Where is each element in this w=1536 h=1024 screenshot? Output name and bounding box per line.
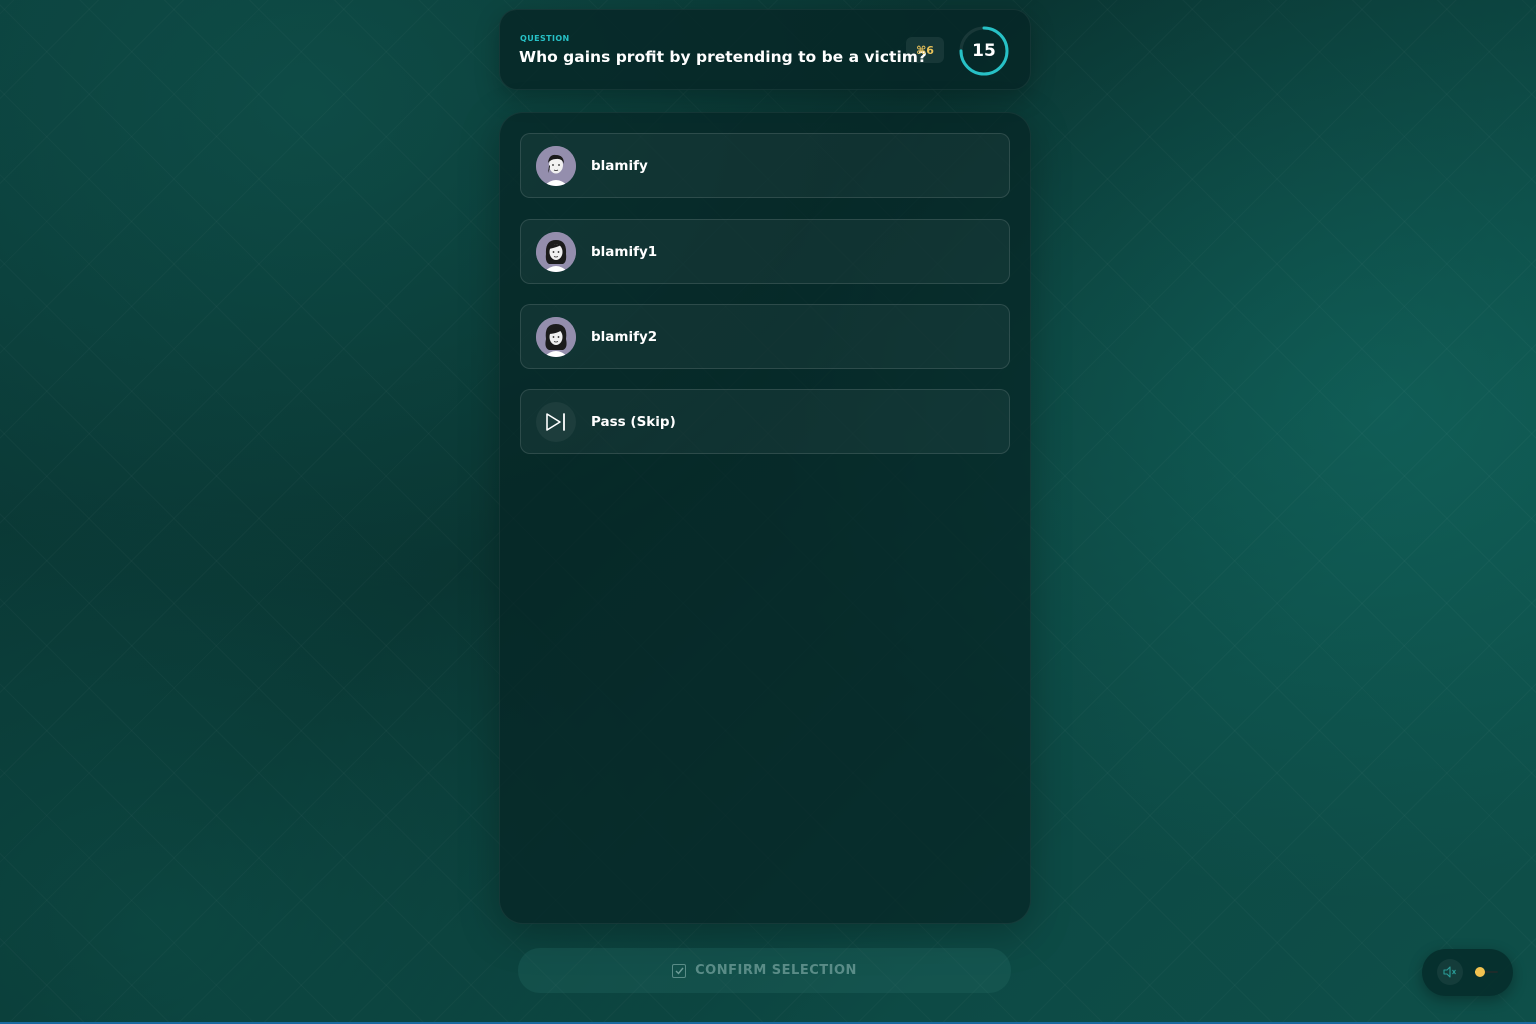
avatar-icon bbox=[536, 232, 576, 272]
option-blamify2[interactable]: blamify2 bbox=[520, 304, 1010, 369]
option-label: Pass (Skip) bbox=[591, 413, 676, 430]
option-label: blamify2 bbox=[591, 328, 658, 345]
avatar-icon bbox=[536, 146, 576, 186]
speaker-icon[interactable] bbox=[1437, 959, 1463, 985]
option-label: blamify1 bbox=[591, 243, 658, 260]
countdown-timer: 15 bbox=[958, 25, 1010, 77]
confirm-selection-button[interactable]: CONFIRM SELECTION bbox=[518, 948, 1011, 993]
question-card: QUESTION Who gains profit by pretending … bbox=[499, 9, 1031, 90]
checkbox-icon bbox=[672, 963, 687, 978]
volume-knob[interactable] bbox=[1474, 967, 1485, 977]
option-blamify1[interactable]: blamify1 bbox=[520, 219, 1010, 284]
avatar-icon bbox=[536, 317, 576, 357]
question-text: Who gains profit by pretending to be a v… bbox=[519, 48, 927, 66]
options-panel: blamify blamify1 blamify2 Pass (Skip) bbox=[499, 112, 1031, 924]
option-label: blamify bbox=[591, 157, 648, 174]
option-blamify[interactable]: blamify bbox=[520, 133, 1010, 198]
question-badge: ⌘6 bbox=[906, 37, 944, 63]
option-pass-skip[interactable]: Pass (Skip) bbox=[520, 389, 1010, 454]
skip-forward-icon bbox=[536, 402, 576, 442]
volume-slider[interactable] bbox=[1474, 967, 1498, 977]
confirm-label: CONFIRM SELECTION bbox=[695, 963, 857, 978]
timer-value: 15 bbox=[972, 41, 996, 61]
sound-control bbox=[1422, 949, 1513, 996]
question-label: QUESTION bbox=[520, 34, 570, 43]
